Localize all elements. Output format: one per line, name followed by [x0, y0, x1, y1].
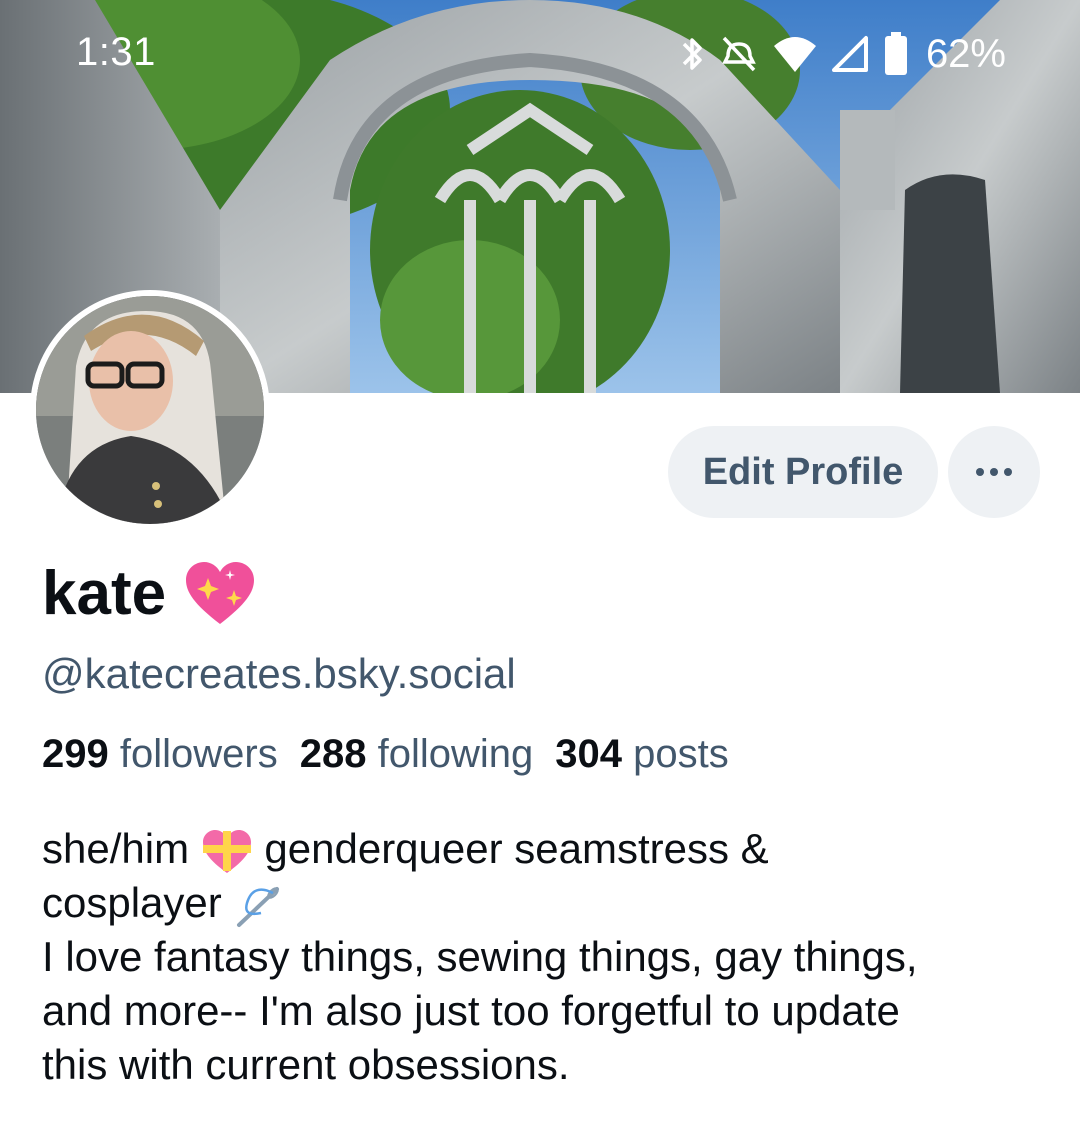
following-label: following [377, 732, 534, 776]
display-name-text: kate [42, 559, 167, 628]
status-time: 1:31 [76, 30, 156, 74]
bio-pronouns: she/him [42, 825, 190, 872]
bio-line: I love fantasy things, sewing things, ga… [42, 933, 918, 980]
status-icons: 62% [678, 28, 1006, 80]
sparkling-heart-icon [186, 561, 255, 624]
following-stat[interactable]: 288 following [300, 732, 534, 777]
profile-stats: 299 followers 288 following 304 posts [42, 732, 729, 777]
bio-description-start: genderqueer seamstress & [264, 825, 769, 872]
followers-label: followers [119, 732, 278, 776]
more-options-icon [976, 468, 1012, 476]
bluetooth-icon [682, 38, 702, 70]
battery-icon [884, 32, 907, 75]
heart-with-ribbon-icon [202, 829, 251, 873]
posts-stat: 304 posts [555, 732, 728, 777]
mute-icon [722, 36, 756, 72]
followers-stat[interactable]: 299 followers [42, 732, 278, 777]
bio-line: and more-- I'm also just too forgetful t… [42, 987, 900, 1034]
signal-icon [831, 36, 868, 72]
avatar-image [36, 296, 264, 524]
bio-line: this with current obsessions. [42, 1041, 570, 1088]
profile-handle[interactable]: @katecreates.bsky.social [42, 650, 516, 698]
followers-count: 299 [42, 732, 109, 776]
posts-label: posts [633, 732, 729, 776]
edit-profile-button[interactable]: Edit Profile [668, 426, 938, 518]
avatar[interactable] [30, 290, 270, 530]
wifi-icon [773, 37, 816, 72]
status-bar: 1:31 62% [0, 0, 1080, 110]
posts-count: 304 [555, 732, 622, 776]
bio-cosplayer: cosplayer [42, 879, 222, 926]
sewing-needle-icon [237, 886, 280, 927]
bio-line: cosplayer [42, 876, 1052, 930]
following-count: 288 [299, 732, 367, 776]
bio-line: she/him genderqueer seamstress & [42, 822, 1052, 876]
more-options-button[interactable] [948, 426, 1040, 518]
profile-bio: she/him genderqueer seamstress & cosplay… [42, 822, 1052, 1092]
display-name: kate [42, 558, 256, 629]
battery-percent: 62% [925, 31, 1006, 76]
